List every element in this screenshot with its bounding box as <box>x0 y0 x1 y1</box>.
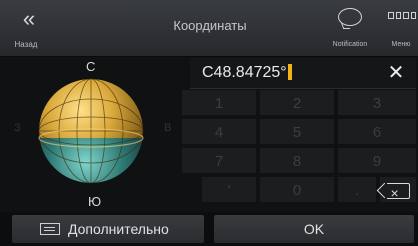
coordinate-input[interactable]: С48.84725° ✕ <box>190 58 416 89</box>
key-7[interactable]: 7 <box>182 148 258 175</box>
key-5[interactable]: 5 <box>260 119 336 146</box>
direction-south-label: Ю <box>88 194 102 209</box>
key-0[interactable]: 0 <box>260 177 336 204</box>
direction-west-label: З <box>14 122 21 134</box>
globe-panel: С З В Ю <box>0 56 182 210</box>
key-8[interactable]: 8 <box>260 148 336 175</box>
grid-menu-icon <box>388 12 416 22</box>
notification-button[interactable]: Notification <box>322 6 378 52</box>
notification-label: Notification <box>332 41 368 48</box>
bottom-bar: Дополнительно OK <box>0 212 418 246</box>
clear-button[interactable]: ✕ <box>382 60 410 86</box>
more-options-button[interactable]: Дополнительно <box>12 215 204 243</box>
backspace-icon <box>386 180 410 207</box>
numeric-keypad: 1 2 3 4 5 6 7 8 9 ' 0 . <box>182 90 418 210</box>
key-1[interactable]: 1 <box>182 90 258 117</box>
key-spacer <box>182 177 200 204</box>
ok-button[interactable]: OK <box>214 215 414 243</box>
direction-north-label: С <box>86 59 96 74</box>
text-cursor <box>287 64 292 80</box>
direction-east-label: В <box>164 122 172 134</box>
key-2[interactable]: 2 <box>260 90 336 117</box>
page-title: Координаты <box>173 18 247 33</box>
key-minutes[interactable]: ' <box>202 177 258 204</box>
menu-button[interactable]: Меню <box>384 6 418 52</box>
menu-label: Меню <box>391 41 411 48</box>
back-label: Назад <box>14 40 38 49</box>
more-options-label: Дополнительно <box>68 221 169 237</box>
list-icon <box>40 223 60 235</box>
key-9[interactable]: 9 <box>338 148 418 175</box>
key-4[interactable]: 4 <box>182 119 258 146</box>
key-decimal[interactable]: . <box>338 177 378 204</box>
coordinate-value: С48.84725° <box>202 64 292 82</box>
key-3[interactable]: 3 <box>338 90 418 117</box>
backspace-button[interactable] <box>380 177 418 207</box>
globe-icon[interactable] <box>36 76 146 186</box>
top-bar: « Назад Координаты Notification Меню <box>0 0 418 57</box>
key-6[interactable]: 6 <box>338 119 418 146</box>
back-chevron-icon: « <box>22 6 35 31</box>
back-button[interactable]: « Назад <box>4 4 48 52</box>
speech-bubble-icon <box>338 8 362 26</box>
